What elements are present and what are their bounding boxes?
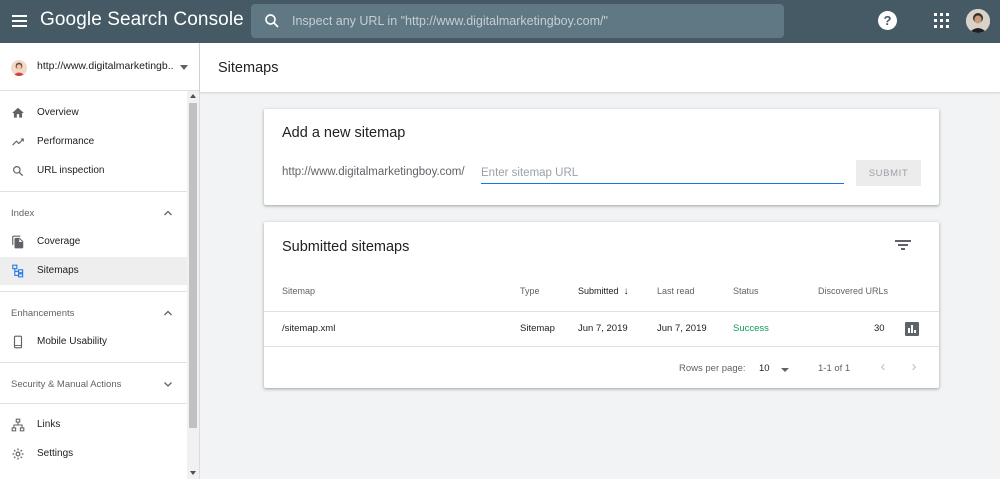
chevron-up-icon xyxy=(164,310,172,316)
trending-up-icon xyxy=(12,138,24,146)
nav-label: URL inspection xyxy=(37,165,105,176)
bar-chart-icon[interactable] xyxy=(905,322,919,336)
chevron-down-icon xyxy=(164,382,172,387)
pagination-range: 1-1 of 1 xyxy=(818,363,851,374)
column-header-last-read[interactable]: Last read xyxy=(657,286,695,296)
card-title: Add a new sitemap xyxy=(282,125,406,141)
sitemap-icon xyxy=(12,264,24,278)
nav-item-coverage[interactable]: Coverage xyxy=(0,228,187,256)
rows-per-page-select[interactable]: 10 xyxy=(759,361,793,377)
property-avatar xyxy=(11,60,27,76)
nav-item-mobile-usability[interactable]: Mobile Usability xyxy=(0,328,187,356)
rows-per-page-value: 10 xyxy=(759,363,770,374)
chevron-up-icon xyxy=(164,210,172,216)
url-inspection-search[interactable] xyxy=(251,4,784,38)
account-avatar[interactable] xyxy=(966,9,990,33)
search-icon xyxy=(265,14,279,28)
chevron-down-icon[interactable] xyxy=(180,65,188,70)
divider xyxy=(264,311,939,312)
rows-per-page-label: Rows per page: xyxy=(679,363,746,374)
cell-type: Sitemap xyxy=(520,323,555,334)
nav-item-settings[interactable]: Settings xyxy=(0,440,187,468)
nav-item-url-inspection[interactable]: URL inspection xyxy=(0,157,187,185)
cell-sitemap[interactable]: /sitemap.xml xyxy=(282,323,335,334)
divider xyxy=(0,291,187,292)
cell-status: Success xyxy=(733,323,769,334)
divider xyxy=(0,191,187,192)
section-header-index[interactable]: Index xyxy=(0,199,187,227)
add-sitemap-card: Add a new sitemap http://www.digitalmark… xyxy=(264,109,939,205)
chevron-left-icon[interactable]: ‹ xyxy=(876,359,890,374)
app-title: Google Search Console xyxy=(40,9,244,30)
property-selector[interactable]: http://www.digitalmarketingb... xyxy=(0,43,199,91)
column-header-status[interactable]: Status xyxy=(733,286,759,296)
links-icon xyxy=(11,418,25,432)
arrow-down-icon: ↓ xyxy=(623,286,629,297)
scroll-down-icon[interactable] xyxy=(190,471,196,475)
nav-label: Overview xyxy=(37,107,79,118)
divider xyxy=(0,362,187,363)
nav-item-performance[interactable]: Performance xyxy=(0,128,187,156)
user-photo-icon xyxy=(966,9,990,33)
nav-item-sitemaps[interactable]: Sitemaps xyxy=(0,257,187,285)
divider xyxy=(264,346,939,347)
sitemap-url-input[interactable] xyxy=(481,162,844,184)
submitted-sitemaps-card: Submitted sitemaps Sitemap Type Submitte… xyxy=(264,222,939,388)
section-label: Enhancements xyxy=(11,308,75,319)
nav-label: Coverage xyxy=(37,236,81,247)
scrollbar-thumb[interactable] xyxy=(189,103,197,428)
submit-button[interactable]: SUBMIT xyxy=(856,160,921,186)
file-copy-icon xyxy=(12,235,24,249)
help-icon[interactable]: ? xyxy=(878,11,897,30)
filter-icon[interactable] xyxy=(895,238,911,252)
nav-label: Mobile Usability xyxy=(37,336,108,347)
scroll-up-icon[interactable] xyxy=(190,94,196,98)
nav-label: Performance xyxy=(37,136,95,147)
nav-item-links[interactable]: Links xyxy=(0,411,187,439)
section-header-security[interactable]: Security & Manual Actions xyxy=(0,370,187,398)
page-title: Sitemaps xyxy=(218,60,279,76)
home-icon xyxy=(12,107,24,118)
sidebar-scrollbar[interactable] xyxy=(187,91,199,479)
column-header-discovered-urls[interactable]: Discovered URLs xyxy=(818,286,888,296)
sidebar: http://www.digitalmarketingb... Overview… xyxy=(0,43,200,479)
cell-last-read: Jun 7, 2019 xyxy=(657,323,707,334)
column-header-submitted[interactable]: Submitted ↓ xyxy=(578,286,629,297)
nav-label: Settings xyxy=(37,448,74,459)
section-label: Security & Manual Actions xyxy=(11,379,122,390)
card-title: Submitted sitemaps xyxy=(282,239,410,255)
sitemap-url-prefix: http://www.digitalmarketingboy.com/ xyxy=(282,166,465,178)
section-header-enhancements[interactable]: Enhancements xyxy=(0,299,187,327)
gear-icon xyxy=(12,448,24,460)
property-url: http://www.digitalmarketingb... xyxy=(37,60,173,72)
chevron-right-icon[interactable]: › xyxy=(907,359,921,374)
search-icon xyxy=(13,166,24,177)
nav-item-overview[interactable]: Overview xyxy=(0,99,187,127)
section-label: Index xyxy=(11,208,35,219)
column-header-sitemap[interactable]: Sitemap xyxy=(282,286,315,296)
apps-grid-icon[interactable] xyxy=(934,13,949,28)
search-input[interactable] xyxy=(292,4,772,38)
cell-submitted: Jun 7, 2019 xyxy=(578,323,628,334)
nav-label: Links xyxy=(37,419,61,430)
chevron-down-icon xyxy=(781,368,789,372)
nav-label: Sitemaps xyxy=(37,265,79,276)
menu-icon[interactable] xyxy=(9,10,31,32)
page-header: Sitemaps xyxy=(200,43,1000,92)
smartphone-icon xyxy=(13,335,23,349)
divider xyxy=(0,403,187,404)
cell-discovered-urls: 30 xyxy=(874,323,885,334)
column-header-type[interactable]: Type xyxy=(520,286,540,296)
column-header-label: Submitted xyxy=(578,286,619,296)
top-app-bar: Google Search Console ? xyxy=(0,0,1000,43)
